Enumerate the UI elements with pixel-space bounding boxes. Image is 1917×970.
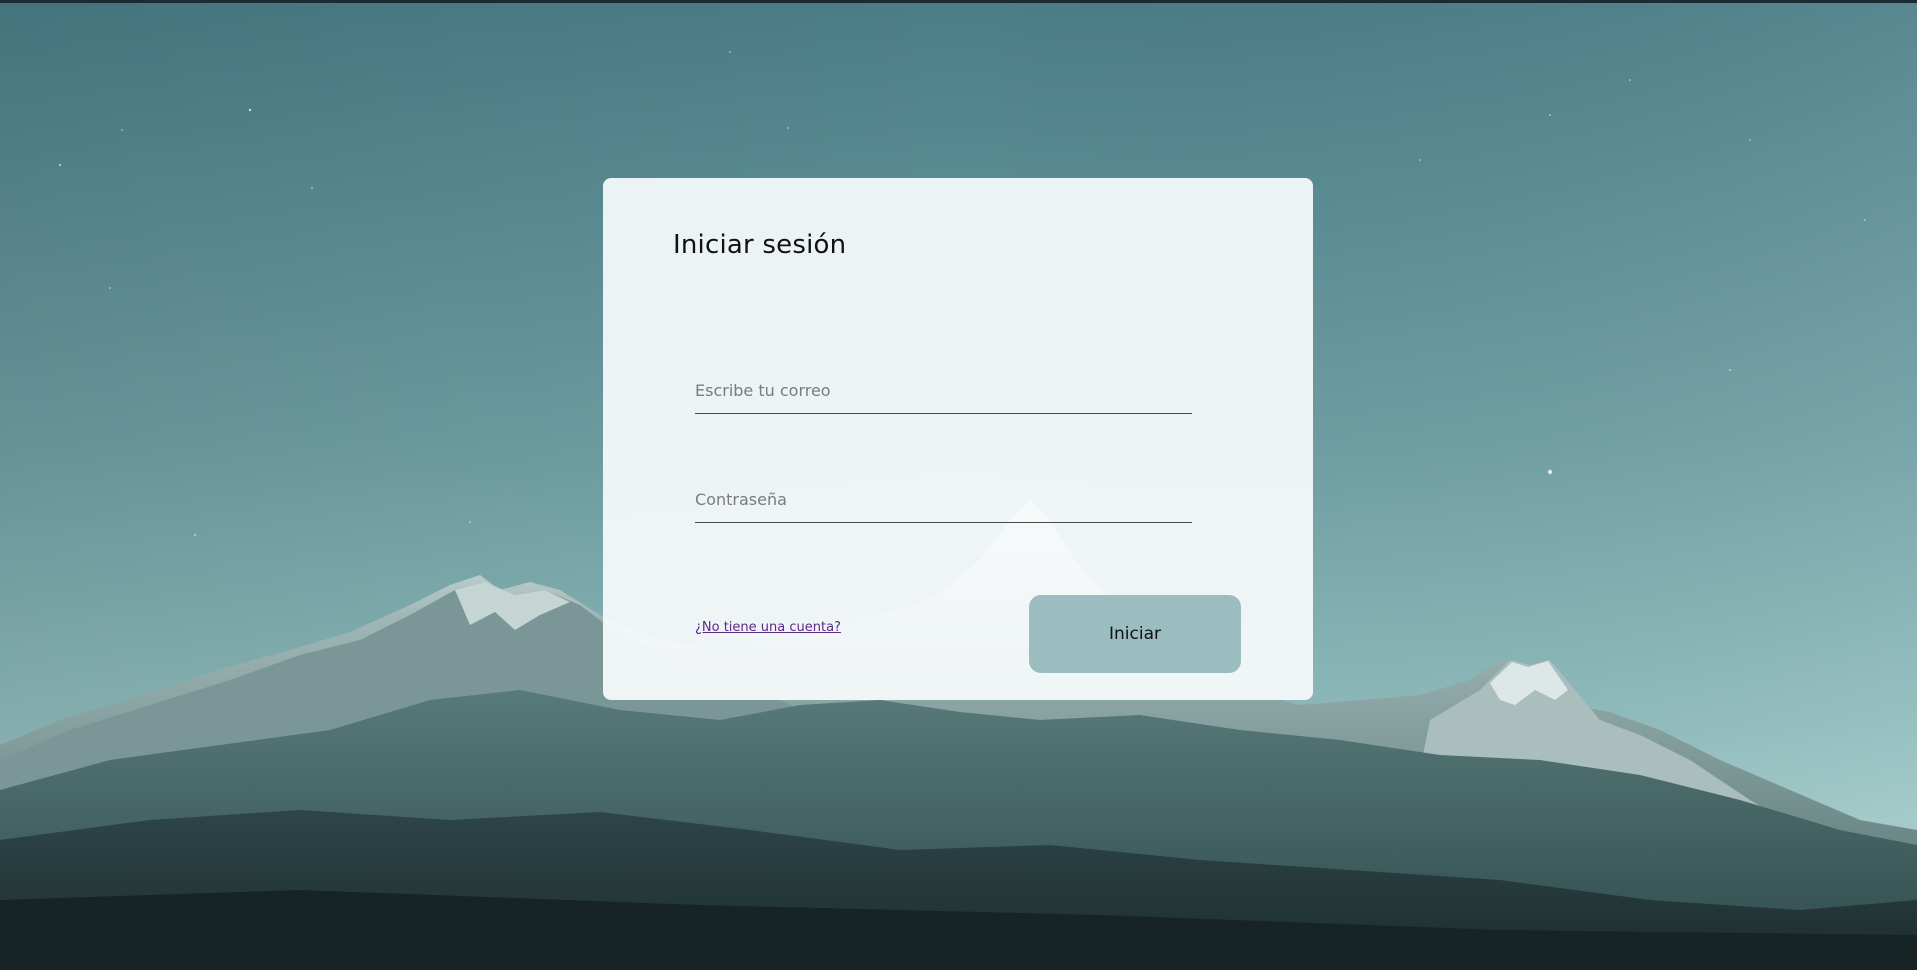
login-submit-button[interactable]: Iniciar	[1029, 595, 1241, 673]
login-card: Iniciar sesión ¿No tiene una cuenta? Ini…	[603, 178, 1313, 700]
signup-link[interactable]: ¿No tiene una cuenta?	[695, 620, 841, 635]
email-field-container	[695, 368, 1192, 414]
password-input[interactable]	[695, 477, 1192, 522]
email-input[interactable]	[695, 368, 1192, 413]
login-title: Iniciar sesión	[673, 230, 847, 260]
password-field-container	[695, 477, 1192, 523]
